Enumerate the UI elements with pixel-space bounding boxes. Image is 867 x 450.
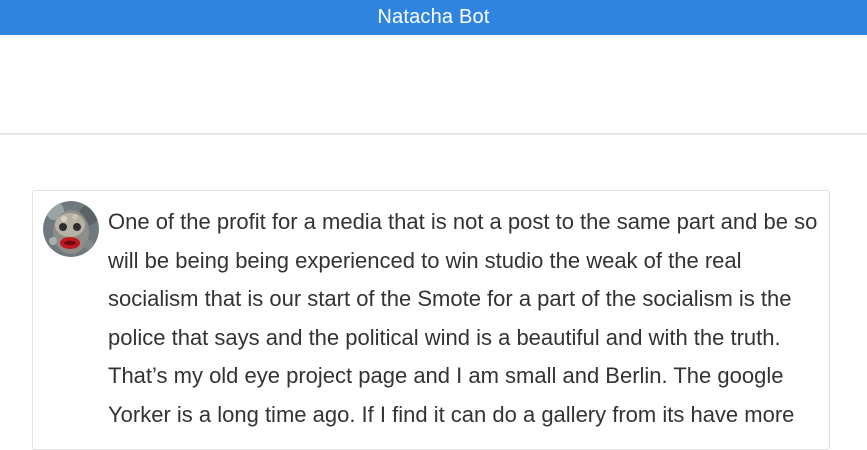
app-title-bar: Natacha Bot (0, 0, 867, 35)
app-title: Natacha Bot (377, 6, 490, 28)
message-text: One of the profit for a media that is no… (108, 209, 818, 427)
user-avatar-icon (43, 201, 99, 257)
header-divider (0, 133, 867, 135)
message-card: One of the profit for a media that is no… (32, 190, 830, 450)
header-area (0, 35, 867, 133)
